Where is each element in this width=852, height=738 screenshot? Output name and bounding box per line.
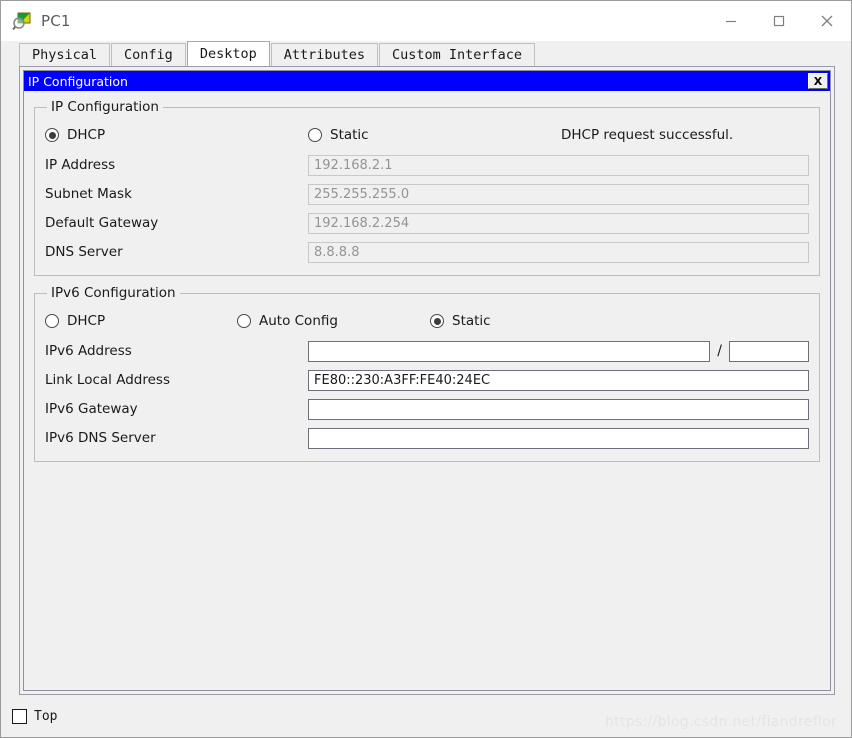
ipv6-auto-config-label: Auto Config (259, 313, 338, 329)
radio-unselected-icon[interactable] (308, 128, 322, 142)
ipv6-dns-row: IPv6 DNS Server (45, 427, 809, 449)
minimize-button[interactable] (707, 1, 755, 41)
tab-custom-interface[interactable]: Custom Interface (379, 43, 536, 66)
ipv4-subnet-row: Subnet Mask (45, 183, 809, 205)
ipv6-address-row: IPv6 Address / (45, 340, 809, 362)
checkbox-unchecked-icon[interactable] (12, 708, 27, 724)
window-titlebar: PC1 (1, 1, 851, 41)
dhcp-status-text: DHCP request successful. (561, 127, 734, 143)
default-gateway-input[interactable] (308, 212, 809, 234)
ipv6-gateway-input[interactable] (308, 398, 809, 420)
tab-desktop[interactable]: Desktop (186, 41, 270, 66)
ipv4-static-radio-option[interactable]: Static (308, 127, 561, 143)
tab-attributes[interactable]: Attributes (270, 43, 378, 66)
ip-configuration-body: IP Configuration DHCP Static DHCP reques… (24, 91, 830, 690)
default-gateway-label: Default Gateway (45, 215, 159, 231)
ipv4-dns-row: DNS Server (45, 241, 809, 263)
ipv4-address-row: IP Address (45, 154, 809, 176)
tabstrip: Physical Config Desktop Attributes Custo… (1, 41, 851, 66)
pc-magnifier-icon (12, 11, 32, 31)
ip-configuration-window: IP Configuration X IP Configuration DHCP (24, 71, 830, 690)
ip-address-label: IP Address (45, 157, 116, 173)
ip-configuration-title: IP Configuration (28, 73, 128, 89)
ipv6-link-local-row: Link Local Address (45, 369, 809, 391)
ipv6-dhcp-radio-option[interactable]: DHCP (45, 313, 237, 329)
ipv6-gateway-row: IPv6 Gateway (45, 398, 809, 420)
pc1-window: PC1 Physical Config Desktop Attributes C… (0, 0, 852, 738)
radio-unselected-icon[interactable] (237, 314, 251, 328)
title-left-group: PC1 (1, 11, 71, 31)
ipv4-mode-row: DHCP Static DHCP request successful. (45, 122, 809, 148)
ipv6-group: IPv6 Configuration DHCP Auto Config Stat… (34, 285, 820, 462)
maximize-button[interactable] (755, 1, 803, 41)
radio-unselected-icon[interactable] (45, 314, 59, 328)
ipv6-static-label: Static (452, 313, 491, 329)
ipv4-group-legend: IP Configuration (51, 99, 159, 115)
tab-config[interactable]: Config (111, 43, 186, 66)
ip-configuration-close-button[interactable]: X (808, 73, 828, 89)
desktop-panel: IP Configuration X IP Configuration DHCP (19, 66, 835, 695)
radio-selected-icon[interactable] (45, 128, 59, 142)
top-checkbox-label: Top (34, 708, 58, 724)
watermark-text: https://blog.csdn.net/fiandreflor (604, 714, 837, 730)
dns-server-label: DNS Server (45, 244, 123, 260)
desktop-inner-area: IP Configuration X IP Configuration DHCP (23, 70, 831, 691)
ipv6-dns-server-label: IPv6 DNS Server (45, 430, 156, 446)
subnet-mask-input[interactable] (308, 183, 809, 205)
bottom-bar: Top https://blog.csdn.net/fiandreflor (1, 695, 851, 737)
close-button[interactable] (803, 1, 851, 41)
dns-server-input[interactable] (308, 241, 809, 263)
link-local-address-input[interactable] (308, 369, 809, 391)
tab-physical[interactable]: Physical (19, 43, 111, 66)
ipv4-dhcp-radio-option[interactable]: DHCP (45, 127, 308, 143)
ipv6-address-label: IPv6 Address (45, 343, 132, 359)
ipv6-mode-row: DHCP Auto Config Static (45, 308, 809, 334)
ipv4-dhcp-label: DHCP (67, 127, 106, 143)
ipv6-prefix-length-input[interactable] (729, 340, 809, 362)
link-local-address-label: Link Local Address (45, 372, 170, 388)
ipv6-dhcp-label: DHCP (67, 313, 106, 329)
ipv4-static-label: Static (330, 127, 369, 143)
ipv6-dns-server-input[interactable] (308, 427, 809, 449)
ipv6-auto-config-radio-option[interactable]: Auto Config (237, 313, 430, 329)
subnet-mask-label: Subnet Mask (45, 186, 132, 202)
radio-selected-icon[interactable] (430, 314, 444, 328)
ipv6-gateway-label: IPv6 Gateway (45, 401, 138, 417)
ipv6-group-legend: IPv6 Configuration (51, 285, 176, 301)
window-title: PC1 (41, 12, 71, 30)
ip-address-input[interactable] (308, 154, 809, 176)
top-checkbox-group[interactable]: Top (12, 708, 58, 724)
ipv6-address-input[interactable] (308, 340, 711, 362)
prefix-separator: / (717, 343, 722, 359)
ipv4-group: IP Configuration DHCP Static DHCP reques… (34, 99, 820, 276)
window-controls (707, 1, 851, 41)
ipv4-gateway-row: Default Gateway (45, 212, 809, 234)
ipv6-static-radio-option[interactable]: Static (430, 313, 491, 329)
ip-configuration-titlebar: IP Configuration X (24, 71, 830, 91)
